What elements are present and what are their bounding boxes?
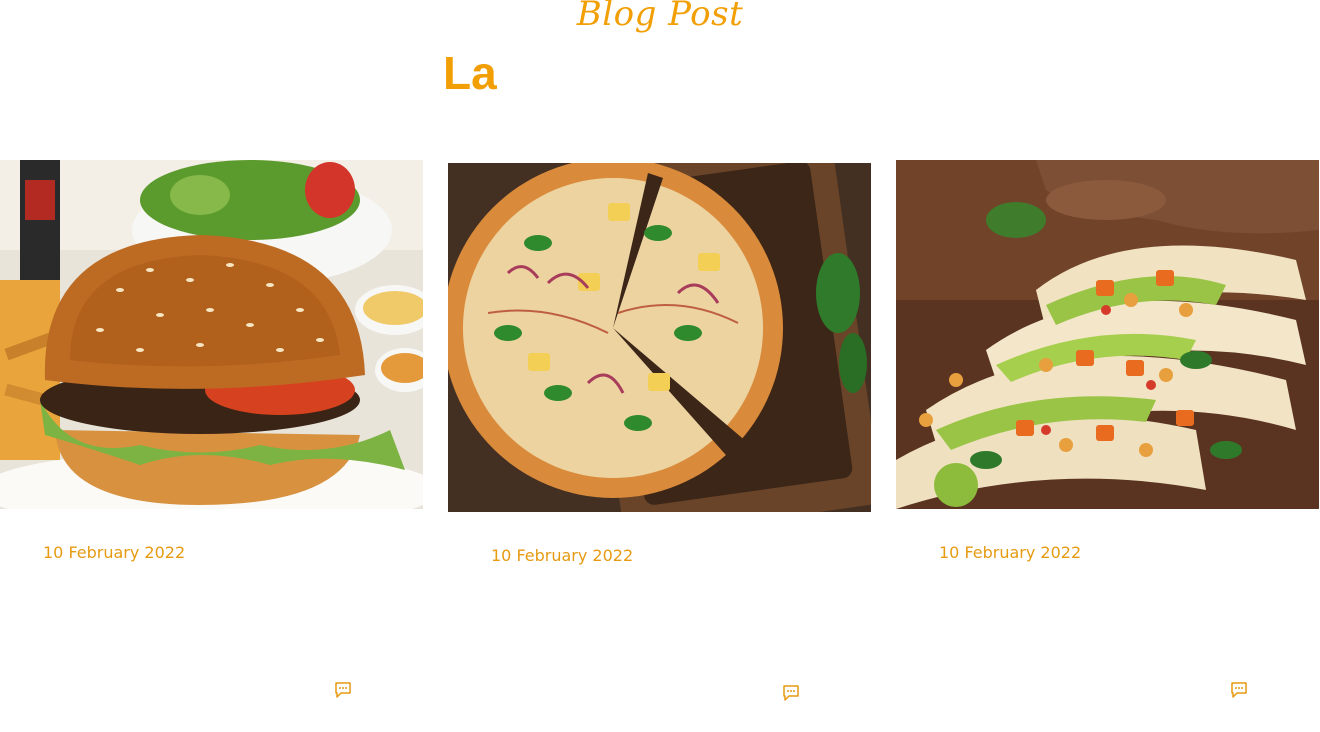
pizza-photo [448, 163, 871, 512]
comment-icon[interactable] [334, 681, 352, 699]
post-image-burger[interactable] [0, 160, 423, 509]
post-image-tacos[interactable] [896, 160, 1319, 509]
section-eyebrow: Blog Post [576, 0, 744, 34]
tacos-photo [896, 160, 1319, 509]
post-date: 10 February 2022 [43, 543, 186, 562]
post-date: 10 February 2022 [491, 546, 634, 565]
post-date: 10 February 2022 [939, 543, 1082, 562]
comment-icon[interactable] [1230, 681, 1248, 699]
section-heading: La [443, 47, 497, 99]
burger-photo [0, 160, 423, 509]
comment-icon[interactable] [782, 684, 800, 702]
post-image-pizza[interactable] [448, 163, 871, 512]
